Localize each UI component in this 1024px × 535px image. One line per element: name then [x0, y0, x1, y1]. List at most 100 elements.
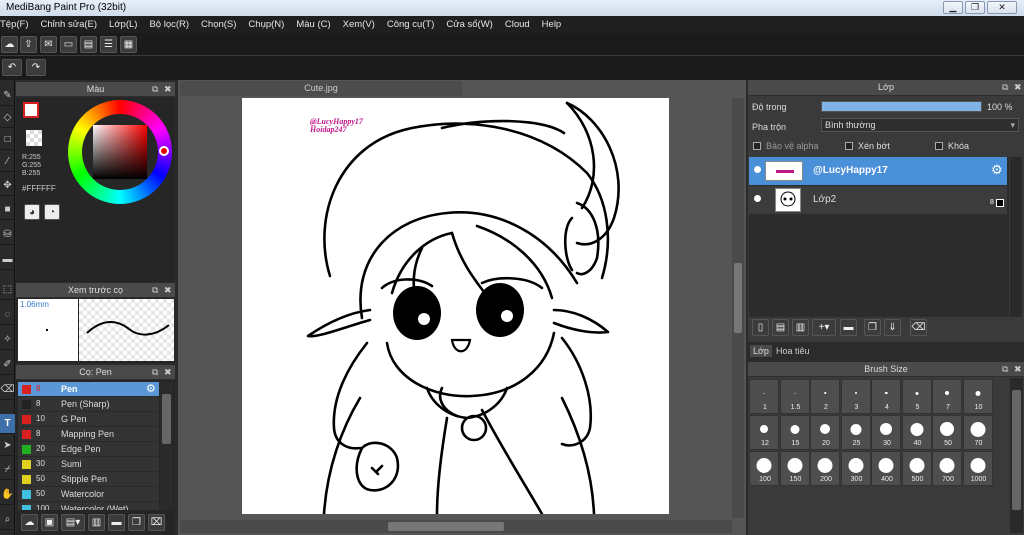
brush-size-cell[interactable]: 3 — [840, 379, 871, 414]
document-tab[interactable]: Cute.jpg — [180, 81, 462, 96]
cloud-icon[interactable]: ☁ — [1, 36, 18, 53]
color-history-icon[interactable]: ◔ — [44, 204, 60, 220]
layer-row[interactable]: Lớp2 8 — [749, 186, 1007, 214]
clip-checkbox[interactable] — [845, 142, 853, 150]
close-icon[interactable]: ✖ — [164, 283, 172, 298]
popout-icon[interactable]: ⧉ — [152, 365, 158, 380]
new-layer-icon[interactable]: ▯ — [752, 319, 769, 336]
hue-handle[interactable] — [159, 146, 169, 156]
opacity-slider[interactable] — [821, 101, 982, 112]
lock-checkbox[interactable] — [935, 142, 943, 150]
hue-wheel[interactable] — [68, 100, 172, 204]
layer-folder-icon[interactable]: ▬ — [840, 319, 857, 336]
brush-item[interactable]: 100 Watercolor (Wet) — [18, 502, 159, 510]
copy-brush-icon[interactable]: ▥ — [88, 514, 105, 531]
menu-help[interactable]: Help — [536, 19, 568, 30]
brush-size-cell[interactable]: 30 — [871, 415, 901, 450]
close-icon[interactable]: ✖ — [1014, 80, 1022, 95]
brush-size-cell[interactable]: 50 — [932, 415, 962, 450]
chat-icon[interactable]: ▭ — [60, 36, 77, 53]
folder-icon[interactable]: ▬ — [108, 514, 125, 531]
bucket-tool-icon[interactable]: ⛁ — [0, 225, 15, 245]
fill-tool-icon[interactable]: ■ — [0, 200, 15, 220]
visibility-eye-icon[interactable] — [754, 195, 761, 202]
duplicate-layer-icon[interactable]: ❐ — [864, 319, 881, 336]
popout-icon[interactable]: ⧉ — [1002, 362, 1008, 377]
redo-icon[interactable]: ↷ — [26, 59, 46, 76]
visibility-eye-icon[interactable] — [754, 166, 761, 173]
brush-size-cell[interactable]: 12 — [749, 415, 779, 450]
minimize-button[interactable]: ▁ — [943, 1, 963, 14]
new-1bit-layer-icon[interactable]: ▥ — [792, 319, 809, 336]
menu-edit[interactable]: Chỉnh sửa(E) — [35, 19, 104, 30]
brush-item[interactable]: 8 Pen (Sharp) — [18, 397, 159, 412]
brush-size-cell[interactable]: 500 — [901, 451, 932, 486]
menu-tools[interactable]: Công cụ(T) — [381, 19, 441, 30]
pen-tool-icon[interactable]: ✎ — [0, 86, 15, 106]
brush-size-cell[interactable]: 700 — [932, 451, 962, 486]
menu-view[interactable]: Xem(V) — [337, 19, 381, 30]
gradient-tool-icon[interactable]: ▬ — [0, 250, 15, 270]
hand-tool-icon[interactable]: ✋ — [0, 485, 15, 505]
comment-icon[interactable]: ✉ — [40, 36, 57, 53]
scrollbar-thumb[interactable] — [162, 394, 171, 444]
background-color-swatch[interactable] — [26, 130, 42, 146]
brush-size-cell[interactable]: 40 — [901, 415, 932, 450]
popout-icon[interactable]: ⧉ — [152, 82, 158, 97]
brush-cloud-icon[interactable]: ☁ — [21, 514, 38, 531]
brush-size-cell[interactable]: 15 — [779, 415, 810, 450]
brush-size-scrollbar[interactable] — [1010, 378, 1023, 533]
canvas-vertical-scrollbar[interactable] — [732, 98, 744, 518]
move-tool-icon[interactable]: ✥ — [0, 176, 15, 196]
scrollbar-thumb[interactable] — [1012, 390, 1021, 510]
add-layer-dropdown-icon[interactable]: +▾ — [812, 319, 836, 336]
brush-size-cell[interactable]: 100 — [749, 451, 779, 486]
new-brush-dropdown-icon[interactable]: ▤▾ — [61, 514, 85, 531]
eyedropper-icon[interactable]: ⌿ — [0, 460, 15, 480]
tab-layer[interactable]: Lớp — [750, 345, 772, 357]
zoom-tool-icon[interactable]: ⌕ — [0, 510, 15, 530]
brush-size-cell[interactable]: 400 — [871, 451, 901, 486]
layer-scrollbar[interactable] — [1010, 157, 1022, 317]
select-eraser-icon[interactable]: ⌫ — [0, 380, 15, 400]
new-halftone-layer-icon[interactable]: ▤ — [772, 319, 789, 336]
close-icon[interactable]: ✖ — [1014, 362, 1022, 377]
lasso-tool-icon[interactable]: ◌ — [0, 305, 15, 325]
brush-size-cell[interactable]: 10 — [962, 379, 993, 414]
brush-size-cell[interactable]: 20 — [810, 415, 840, 450]
menu-cloud[interactable]: Cloud — [499, 19, 536, 30]
popout-icon[interactable]: ⧉ — [152, 283, 158, 298]
add-brush-icon[interactable]: ▣ — [41, 514, 58, 531]
brush-item[interactable]: 10 G Pen — [18, 412, 159, 427]
menu-snap[interactable]: Chụp(N) — [242, 19, 290, 30]
brush-item[interactable]: 20 Edge Pen — [18, 442, 159, 457]
grid-icon[interactable]: ▦ — [120, 36, 137, 53]
layer-row[interactable]: @LucyHappy17 ⚙ — [749, 157, 1007, 185]
maximize-button[interactable]: ❐ — [965, 1, 985, 14]
brush-size-cell[interactable]: 1000 — [962, 451, 993, 486]
brush-size-cell[interactable]: 200 — [810, 451, 840, 486]
text-tool-icon[interactable]: T — [0, 414, 15, 434]
brush-list-scrollbar[interactable] — [160, 382, 173, 510]
drawing-canvas[interactable]: @LucyHappy17 Hoidap247 — [242, 98, 669, 514]
tab-navigator[interactable]: Hoa tiêu — [773, 345, 813, 357]
brush-item[interactable]: 50 Watercolor — [18, 487, 159, 502]
brush-settings-icon[interactable]: ❐ — [128, 514, 145, 531]
popout-icon[interactable]: ⧉ — [1002, 80, 1008, 95]
brush-size-cell[interactable]: 7 — [932, 379, 962, 414]
menu-layer[interactable]: Lớp(L) — [103, 19, 143, 30]
foreground-color-swatch[interactable] — [23, 102, 39, 118]
document-icon[interactable]: ▤ — [80, 36, 97, 53]
brush-item[interactable]: 30 Sumi — [18, 457, 159, 472]
layer-settings-gear-icon[interactable]: ⚙ — [991, 162, 1003, 178]
canvas-horizontal-scrollbar[interactable] — [180, 520, 732, 533]
menu-window[interactable]: Cửa sổ(W) — [440, 19, 498, 30]
brush-size-cell[interactable]: 2 — [810, 379, 840, 414]
brush-item[interactable]: 8 Mapping Pen — [18, 427, 159, 442]
dot-tool-icon[interactable]: □ — [0, 130, 15, 150]
brush-settings-gear-icon[interactable]: ⚙ — [146, 382, 156, 395]
brush-size-cell[interactable]: 25 — [840, 415, 871, 450]
protect-alpha-checkbox[interactable] — [753, 142, 761, 150]
upload-icon[interactable]: ⇪ — [20, 36, 37, 53]
brush-item[interactable]: 50 Stipple Pen — [18, 472, 159, 487]
